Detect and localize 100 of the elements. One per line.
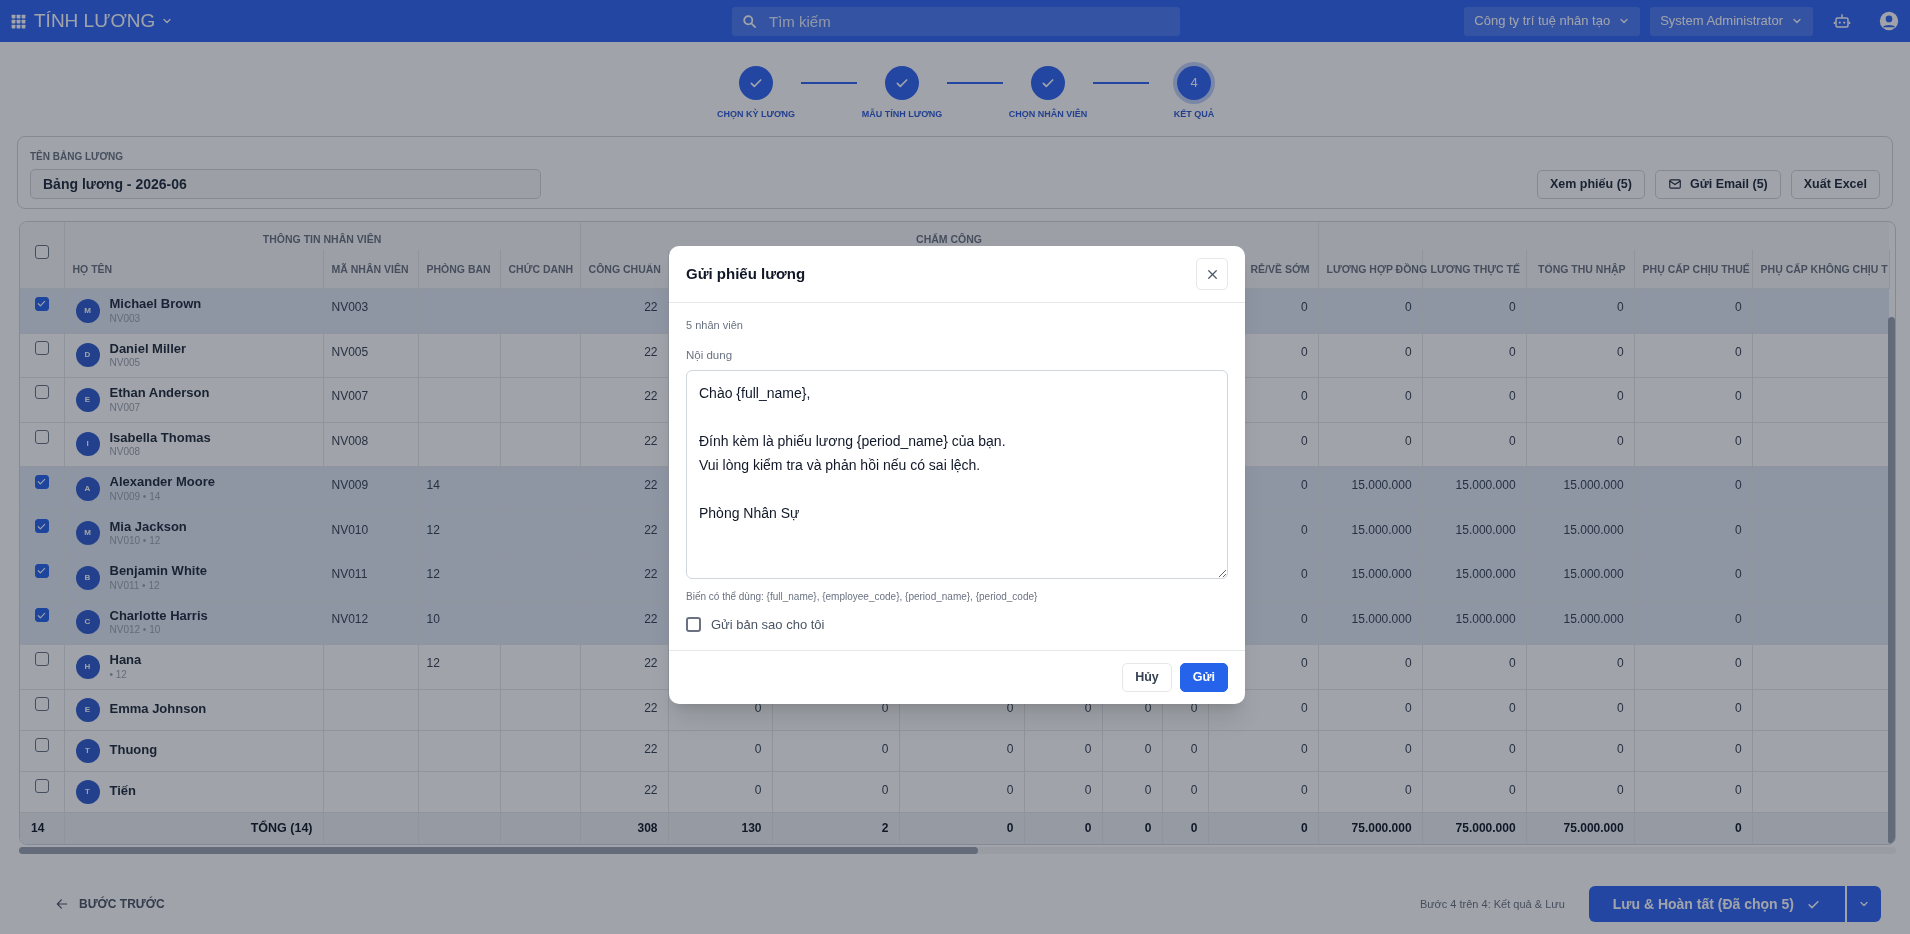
table-cell: 0: [1084, 782, 1092, 797]
dropdown-button[interactable]: [1847, 886, 1881, 922]
step-label: MẪU TÍNH LƯƠNG: [861, 108, 943, 121]
table-cell: 22: [644, 478, 658, 492]
hint-text: Biến có thể dùng: {full_name}, {employee_code}, {period_name}, {period_code}: [686, 589, 1039, 604]
row-checkbox[interactable]: [34, 652, 49, 666]
table-cell: NV008: [331, 433, 369, 448]
avatar: A: [75, 476, 100, 501]
employee-name: Hana: [109, 652, 142, 669]
row-checkbox[interactable]: [34, 429, 49, 444]
row-checkbox[interactable]: [34, 519, 49, 533]
avatar: E: [75, 387, 100, 412]
toolbar-button[interactable]: Xem phiếu (5): [1536, 169, 1645, 199]
table-cell: 0: [1508, 741, 1516, 756]
table-cell: 0: [1144, 741, 1152, 756]
avatar: T: [75, 779, 100, 804]
table-cell: 0: [1084, 821, 1092, 836]
step-label: KẾT QUẢ: [1173, 108, 1215, 121]
check-icon: [36, 298, 48, 309]
table-cell: 0: [1734, 522, 1742, 537]
send-button[interactable]: Gửi: [1179, 663, 1228, 693]
table-cell: 22: [644, 433, 658, 448]
grid-icon[interactable]: [11, 13, 26, 29]
column-header: LƯƠNG HỢP ĐỒNG: [1326, 262, 1428, 275]
employee-name: Ethan Anderson: [109, 385, 210, 402]
table-cell: 0: [754, 782, 762, 797]
total-label: TỔNG (14): [250, 820, 313, 835]
field-label: Nội dung: [686, 347, 734, 363]
avatar: T: [75, 738, 100, 763]
step-label: CHỌN NHÂN VIÊN: [1008, 108, 1088, 121]
row-checkbox[interactable]: [34, 563, 49, 578]
table-cell: 0: [1734, 821, 1742, 836]
table-cell: 15.000.000: [1563, 567, 1624, 581]
employee-name: Thuong: [109, 742, 158, 759]
row-checkbox[interactable]: [34, 778, 49, 793]
avatar: I: [75, 432, 100, 457]
back-button[interactable]: BƯỚC TRƯỚC: [55, 895, 165, 913]
column-header: MÃ NHÂN VIÊN: [331, 262, 409, 275]
row-checkbox[interactable]: [34, 737, 49, 752]
table-cell: 15.000.000: [1351, 611, 1412, 626]
table-cell: 0: [1404, 433, 1412, 448]
table-cell: 22: [644, 389, 658, 403]
table-cell: 22: [644, 611, 658, 626]
row-checkbox[interactable]: [34, 608, 49, 622]
table-cell: 0: [1404, 656, 1412, 670]
row-checkbox[interactable]: [34, 385, 49, 399]
table-cell: 0: [1508, 700, 1516, 715]
employee-name: Mia Jackson: [109, 518, 187, 536]
table-cell: 308: [637, 821, 658, 836]
row-checkbox[interactable]: [34, 296, 49, 311]
close-icon: [1205, 267, 1219, 281]
table-cell: 0: [1508, 656, 1516, 670]
table-cell: 0: [1734, 656, 1742, 670]
table-cell: 0: [1734, 300, 1742, 314]
table-cell: 0: [1300, 433, 1308, 448]
employee-subtitle: • 12: [109, 668, 128, 682]
toolbar-button[interactable]: Xuất Excel: [1790, 169, 1880, 199]
select-all-checkbox[interactable]: [34, 245, 49, 260]
table-row[interactable]: T Thuong 22 0 0 0 0 0 0 0 0 0 0 0: [20, 730, 1890, 771]
check-icon: [36, 476, 48, 487]
table-cell: 14: [31, 821, 45, 836]
table-cell: 12: [426, 656, 440, 670]
table-cell: 0: [1404, 344, 1412, 359]
message-field[interactable]: Chào {full_name}, Đính kèm là phiếu lương {period_name} của bạn. Vui lòng kiểm tra và phản hồi nếu có sai lệch. Phòng Nhân Sự: [686, 369, 1228, 579]
search-icon: [742, 13, 757, 29]
column-header: RỄ/VỀ SỚM: [1250, 262, 1310, 275]
robot-icon[interactable]: [1833, 12, 1851, 30]
toolbar-button[interactable]: Gửi Email (5): [1654, 169, 1781, 199]
table-cell: 0: [1300, 567, 1308, 581]
table-cell: 22: [644, 700, 658, 715]
horizontal-scrollbar[interactable]: [19, 847, 978, 854]
mail-icon: [1667, 177, 1682, 191]
app-title-menu[interactable]: TÍNH LƯƠNG: [34, 6, 174, 36]
table-cell: 22: [644, 741, 658, 756]
employee-name: Isabella Thomas: [109, 429, 211, 447]
payroll-name-field[interactable]: Bảng lương - 2026-06: [30, 168, 541, 199]
avatar: E: [75, 697, 100, 722]
table-cell: 0: [1404, 700, 1412, 715]
table-cell: 0: [1734, 782, 1742, 797]
user-icon[interactable]: [1879, 11, 1899, 31]
table-cell: 22: [644, 300, 658, 314]
cancel-button[interactable]: Hủy: [1122, 663, 1172, 693]
table-cell: 0: [1300, 478, 1308, 492]
table-cell: 0: [1508, 433, 1516, 448]
column-header: PHỤ CẤP CHỊU THUẾ: [1642, 262, 1750, 275]
table-cell: 22: [644, 782, 658, 797]
finish-button[interactable]: Lưu & Hoàn tất (Đã chọn 5): [1588, 886, 1845, 922]
table-cell: 0: [1616, 389, 1624, 403]
step-label: CHỌN KỲ LƯƠNG: [716, 108, 796, 121]
row-checkbox[interactable]: [34, 696, 49, 711]
close-button[interactable]: [1196, 258, 1228, 290]
table-row[interactable]: T Tiến 22 0 0 0 0 0 0 0 0 0 0 0: [20, 771, 1890, 812]
vertical-scrollbar[interactable]: [1888, 316, 1895, 844]
employee-name: Michael Brown: [109, 296, 202, 313]
checkbox[interactable]: [686, 617, 701, 632]
table-cell: 0: [1300, 611, 1308, 626]
table-cell: 22: [644, 344, 658, 359]
row-checkbox[interactable]: [34, 474, 49, 489]
row-checkbox[interactable]: [34, 340, 49, 355]
table-cell: 0: [1190, 821, 1198, 836]
